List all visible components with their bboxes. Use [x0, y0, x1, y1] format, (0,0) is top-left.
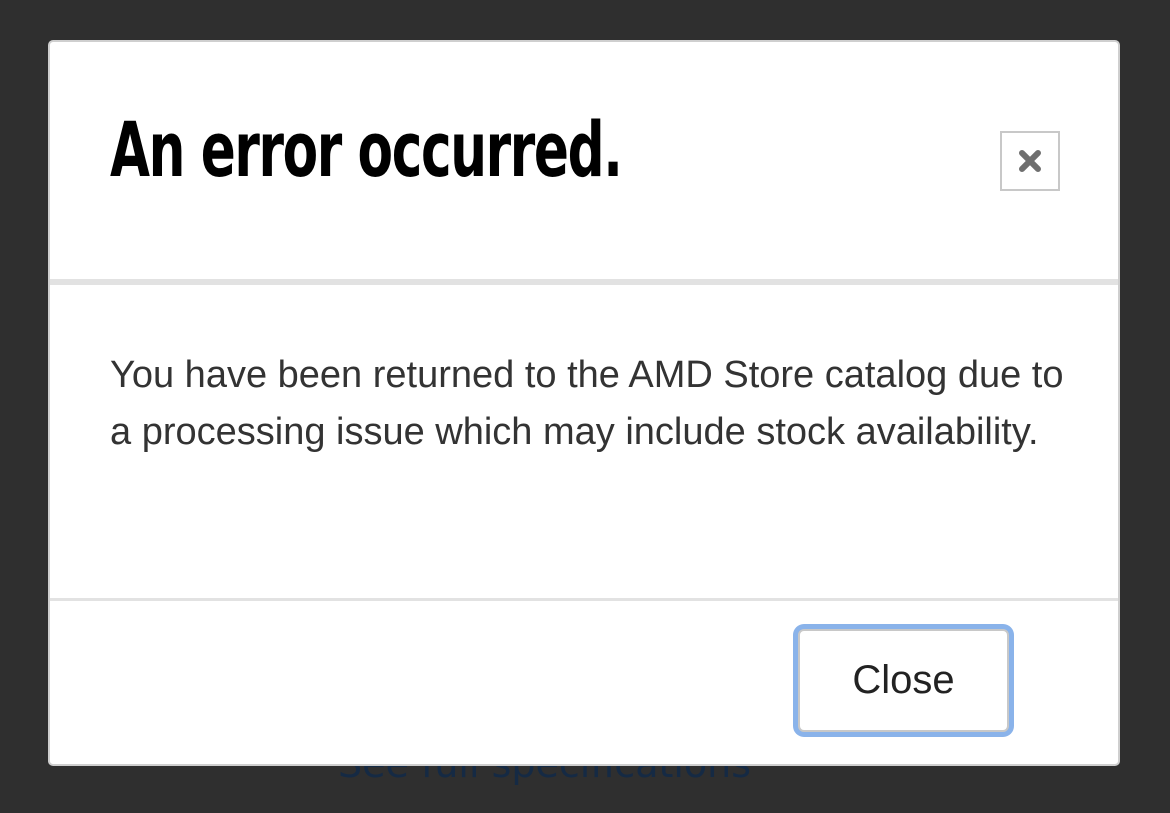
dialog-title: An error occurred. [110, 105, 623, 194]
close-button[interactable]: Close [798, 629, 1009, 732]
close-x-icon [1016, 147, 1044, 175]
dialog-message: You have been returned to the AMD Store … [110, 354, 1064, 453]
dialog-close-x-button[interactable] [1000, 131, 1060, 191]
error-dialog: An error occurred. You have been returne… [48, 40, 1120, 766]
header-divider [50, 279, 1118, 285]
dialog-header: An error occurred. [50, 42, 1118, 280]
dialog-body: You have been returned to the AMD Store … [110, 347, 1070, 461]
footer-divider [50, 598, 1118, 601]
